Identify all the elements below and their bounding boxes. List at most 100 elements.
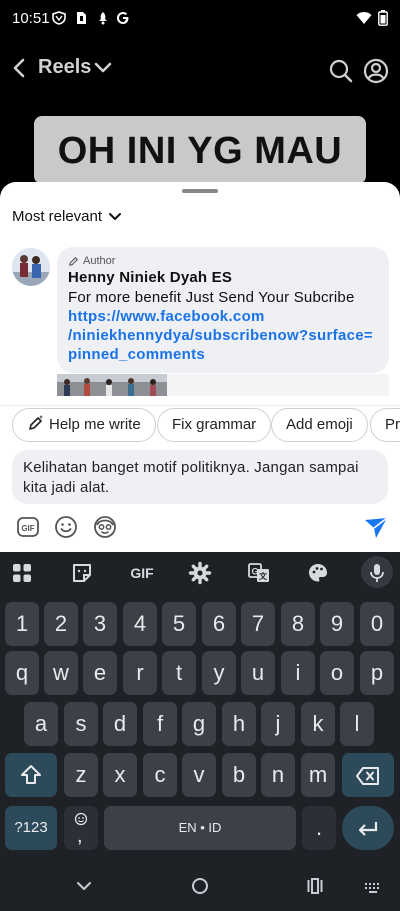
- sticker-icon[interactable]: [70, 561, 94, 585]
- author-badge: Author: [68, 255, 378, 267]
- backspace-key[interactable]: [342, 753, 394, 797]
- comment-link-line-1[interactable]: https://www.facebook.com: [68, 307, 378, 326]
- key-9[interactable]: 9: [320, 602, 354, 646]
- palette-icon[interactable]: [306, 561, 330, 585]
- key-h[interactable]: h: [222, 702, 256, 746]
- key-i[interactable]: i: [281, 651, 315, 695]
- key-g[interactable]: g: [182, 702, 216, 746]
- comment-link-line-3[interactable]: pinned_comments: [68, 345, 378, 364]
- system-nav-bar: [0, 859, 400, 911]
- key-x[interactable]: x: [103, 753, 137, 797]
- svg-text:GIF: GIF: [21, 524, 34, 533]
- shift-key[interactable]: [5, 753, 57, 797]
- chip-help-me-write[interactable]: Help me write: [12, 408, 156, 442]
- key-v[interactable]: v: [182, 753, 216, 797]
- send-icon[interactable]: [363, 514, 389, 540]
- key-1[interactable]: 1: [5, 602, 39, 646]
- key-n[interactable]: n: [261, 753, 295, 797]
- notification-icon: [99, 12, 107, 25]
- nav-recents-icon[interactable]: [306, 877, 324, 895]
- keyboard-switch-icon[interactable]: [364, 877, 382, 895]
- key-4[interactable]: 4: [123, 602, 157, 646]
- key-u[interactable]: u: [241, 651, 275, 695]
- sort-label: Most relevant: [12, 208, 103, 225]
- key-5[interactable]: 5: [162, 602, 196, 646]
- back-arrow-icon[interactable]: [10, 56, 30, 80]
- key-0[interactable]: 0: [360, 602, 394, 646]
- key-r[interactable]: r: [123, 651, 157, 695]
- comments-sheet: Most relevant Author Henny Niniek Dyah E…: [0, 182, 400, 552]
- key-b[interactable]: b: [222, 753, 256, 797]
- key-j[interactable]: j: [261, 702, 295, 746]
- gif-button[interactable]: GIF: [128, 561, 156, 585]
- key-3[interactable]: 3: [83, 602, 117, 646]
- comma-label: ,: [77, 825, 83, 847]
- key-l[interactable]: l: [340, 702, 374, 746]
- gif-sticker-icon[interactable]: GIF: [15, 514, 41, 540]
- chevron-down-icon[interactable]: [93, 60, 113, 76]
- settings-gear-icon[interactable]: [188, 561, 212, 585]
- key-s[interactable]: s: [64, 702, 98, 746]
- author-badge-label: Author: [83, 255, 116, 267]
- apps-grid-icon[interactable]: [10, 561, 34, 585]
- period-key[interactable]: .: [302, 806, 336, 850]
- key-y[interactable]: y: [202, 651, 236, 695]
- key-2[interactable]: 2: [44, 602, 78, 646]
- comment-input-line-2: kita jadi alat.: [23, 479, 110, 496]
- status-bar: 10:51: [0, 0, 400, 38]
- emoji-icon[interactable]: [53, 514, 79, 540]
- sim-card-icon: [77, 12, 86, 24]
- profile-icon[interactable]: [363, 58, 389, 84]
- symbols-key[interactable]: ?123: [5, 806, 57, 850]
- enter-key[interactable]: [342, 806, 394, 850]
- key-w[interactable]: w: [44, 651, 78, 695]
- sheet-drag-handle[interactable]: [182, 189, 218, 193]
- key-z[interactable]: z: [64, 753, 98, 797]
- commenter-name[interactable]: Henny Niniek Dyah ES: [68, 269, 378, 286]
- key-a[interactable]: a: [24, 702, 58, 746]
- comment-input-line-1: Kelihatan banget motif politiknya. Janga…: [23, 459, 359, 476]
- key-p[interactable]: p: [360, 651, 394, 695]
- comment-input[interactable]: Kelihatan banget motif politiknya. Janga…: [12, 450, 388, 504]
- key-6[interactable]: 6: [202, 602, 236, 646]
- key-q[interactable]: q: [5, 651, 39, 695]
- comment-text: For more benefit Just Send Your Subcribe: [68, 289, 355, 306]
- vpn-shield-icon: [52, 11, 66, 25]
- link-preview-card[interactable]: [167, 374, 389, 396]
- pencil-sparkle-icon: [29, 415, 43, 430]
- space-bar[interactable]: EN • ID: [104, 806, 296, 850]
- search-icon[interactable]: [328, 58, 354, 84]
- key-8[interactable]: 8: [281, 602, 315, 646]
- key-c[interactable]: c: [143, 753, 177, 797]
- translate-icon[interactable]: G文: [247, 561, 271, 585]
- key-k[interactable]: k: [301, 702, 335, 746]
- key-e[interactable]: e: [83, 651, 117, 695]
- key-7[interactable]: 7: [241, 602, 275, 646]
- keyboard-toolbar: GIF G文: [0, 552, 400, 594]
- reels-header: Reels: [0, 48, 400, 92]
- pinned-comment: Author Henny Niniek Dyah ES For more ben…: [57, 247, 389, 373]
- avatar-sticker-icon[interactable]: [92, 514, 118, 540]
- sort-dropdown[interactable]: Most relevant: [12, 208, 122, 225]
- reels-title[interactable]: Reels: [38, 56, 91, 79]
- suggestion-chips: Help me write Fix grammar Add emoji Pro: [0, 405, 400, 445]
- key-f[interactable]: f: [143, 702, 177, 746]
- key-o[interactable]: o: [320, 651, 354, 695]
- nav-home-icon[interactable]: [191, 877, 209, 895]
- battery-icon: [378, 10, 388, 26]
- key-m[interactable]: m: [301, 753, 335, 797]
- commenter-avatar[interactable]: [12, 248, 50, 286]
- chip-add-emoji[interactable]: Add emoji: [271, 408, 368, 442]
- key-d[interactable]: d: [103, 702, 137, 746]
- svg-text:文: 文: [259, 571, 268, 581]
- nav-back-chevron-icon[interactable]: [75, 877, 93, 895]
- chip-fix-grammar[interactable]: Fix grammar: [157, 408, 272, 442]
- enter-arrow-icon: [358, 822, 378, 836]
- video-overlay-text: OH INI YG MAU: [34, 116, 366, 184]
- comment-link-line-2[interactable]: /niniekhennydya/subscribenow?surface=: [68, 326, 378, 345]
- link-preview-image[interactable]: [57, 374, 167, 396]
- comma-emoji-key[interactable]: ,: [64, 806, 98, 850]
- chip-more[interactable]: Pro: [370, 408, 400, 442]
- key-t[interactable]: t: [162, 651, 196, 695]
- pencil-icon: [69, 256, 78, 266]
